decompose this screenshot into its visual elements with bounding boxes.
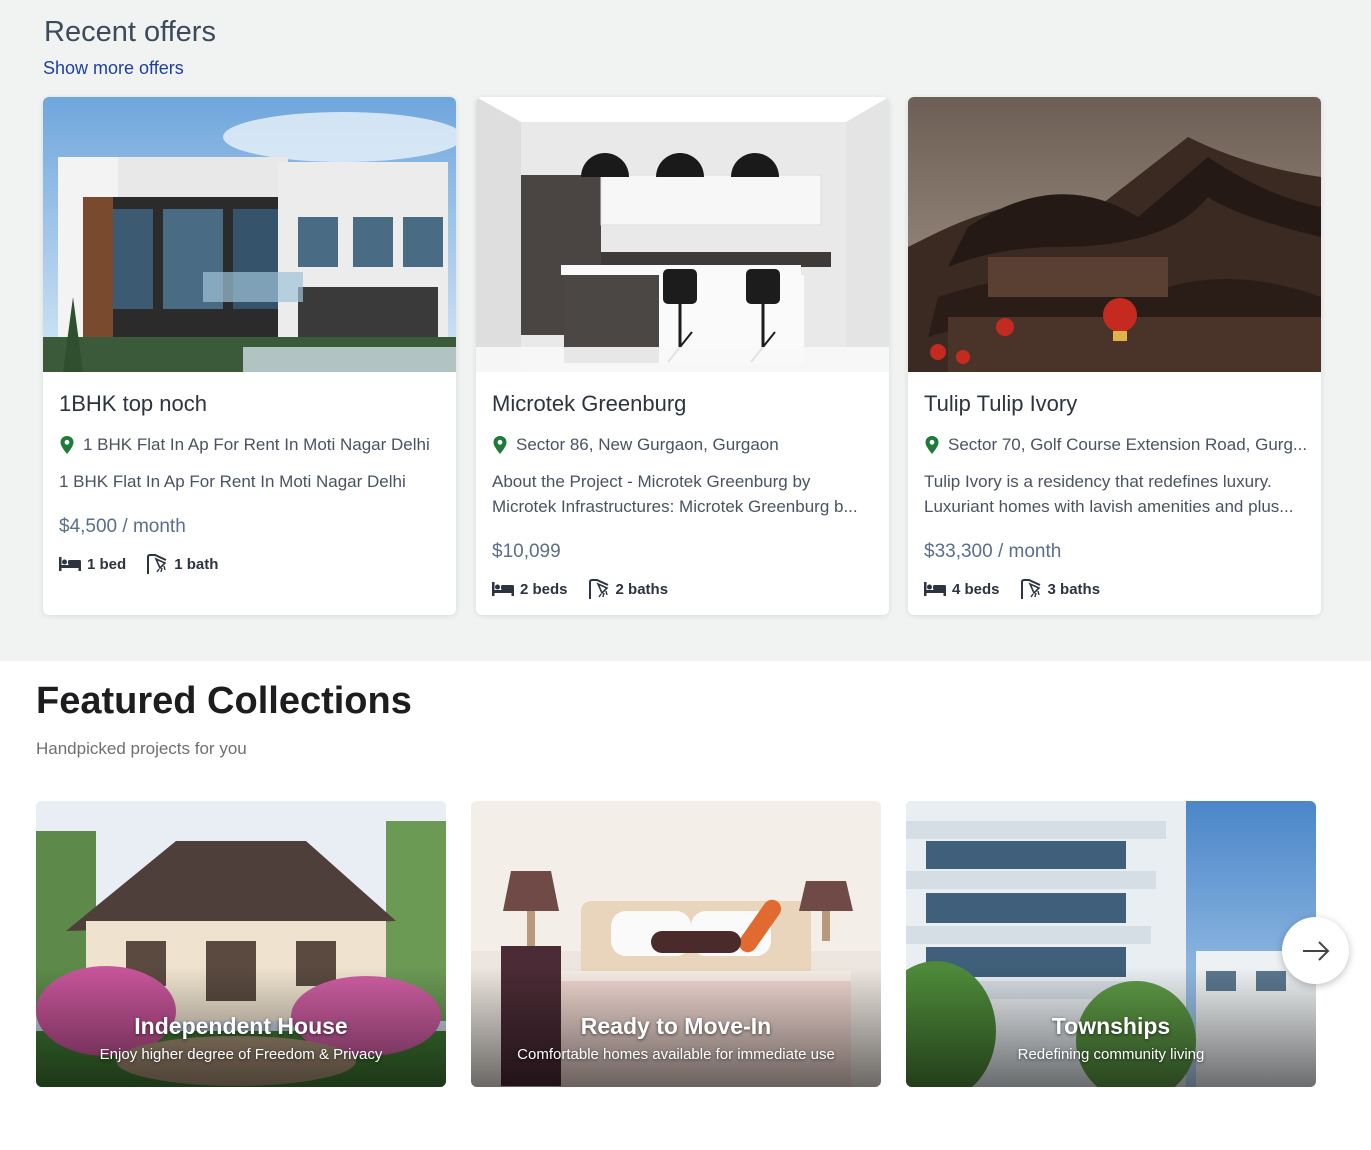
baths-feature: 3 baths — [1020, 579, 1101, 599]
beds-count: 1 bed — [87, 555, 127, 573]
offer-price: $4,500 / month — [59, 516, 186, 537]
offer-title[interactable]: Microtek Greenburg — [492, 391, 686, 417]
offer-description-line: Microtek Infrastructures: Microtek Green… — [492, 497, 858, 516]
offer-location-text: Sector 70, Golf Course Extension Road, G… — [948, 435, 1308, 454]
recent-offers-section: Recent offers Show more offers 1BHK top … — [0, 0, 1371, 661]
collection-name: Ready to Move-In — [580, 1013, 772, 1039]
offer-features: 2 beds 2 baths — [492, 579, 688, 599]
offer-card[interactable]: 1BHK top noch 1 BHK Flat In Ap For Rent … — [43, 97, 456, 615]
offer-location-text: Sector 86, New Gurgaon, Gurgaon — [516, 435, 779, 454]
baths-count: 2 baths — [615, 580, 669, 598]
section-title: Recent offers — [44, 16, 216, 48]
baths-feature: 2 baths — [588, 579, 669, 599]
location-pin-icon — [60, 436, 74, 454]
featured-title-bold: Collections — [207, 680, 412, 722]
offer-price: $10,099 — [492, 541, 561, 562]
featured-subtitle: Handpicked projects for you — [36, 739, 247, 758]
offer-card[interactable]: Microtek Greenburg Sector 86, New Gurgao… — [476, 97, 889, 615]
location-pin-icon — [925, 436, 939, 454]
offer-description-line: Tulip Ivory is a residency that redefine… — [924, 472, 1272, 491]
offer-location: Sector 70, Golf Course Extension Road, G… — [924, 435, 1307, 455]
collection-card[interactable]: Independent House Enjoy higher degree of… — [36, 801, 446, 1087]
beds-feature: 4 beds — [924, 581, 1000, 598]
baths-feature: 1 bath — [146, 554, 218, 574]
featured-collections-title: Featured Collections — [36, 680, 412, 723]
shower-icon — [1020, 579, 1040, 599]
beds-feature: 1 bed — [59, 556, 126, 573]
collection-description: Comfortable homes available for immediat… — [517, 1046, 835, 1063]
collection-description: Enjoy higher degree of Freedom & Privacy — [99, 1046, 383, 1063]
collection-card[interactable]: Ready to Move-In Comfortable homes avail… — [471, 801, 881, 1087]
offer-description: About the Project - Microtek Greenburg b… — [492, 469, 877, 519]
baths-count: 3 baths — [1047, 580, 1101, 598]
bed-icon — [924, 582, 946, 596]
bed-icon — [492, 582, 514, 596]
show-more-offers-link[interactable]: Show more offers — [43, 58, 184, 79]
collection-description: Redefining community living — [1017, 1046, 1205, 1063]
location-pin-icon — [493, 436, 507, 454]
collection-name: Townships — [1051, 1013, 1171, 1039]
featured-title-plain: Featured — [36, 680, 208, 722]
beds-count: 2 beds — [520, 580, 568, 598]
offer-image[interactable] — [908, 97, 1321, 372]
offer-description: 1 BHK Flat In Ap For Rent In Moti Nagar … — [59, 469, 444, 494]
offer-location: Sector 86, New Gurgaon, Gurgaon — [492, 435, 779, 455]
shower-icon — [147, 554, 167, 574]
offer-price: $33,300 / month — [924, 541, 1062, 562]
offer-features: 4 beds 3 baths — [924, 579, 1120, 599]
baths-count: 1 bath — [174, 555, 219, 573]
offer-title[interactable]: Tulip Tulip Ivory — [924, 391, 1077, 417]
collection-name: Independent House — [134, 1013, 348, 1039]
offer-location-text: 1 BHK Flat In Ap For Rent In Moti Nagar … — [83, 435, 430, 454]
offer-title[interactable]: 1BHK top noch — [59, 391, 207, 417]
offer-image[interactable] — [43, 97, 456, 372]
offer-card[interactable]: Tulip Tulip Ivory Sector 70, Golf Course… — [908, 97, 1321, 615]
offer-location: 1 BHK Flat In Ap For Rent In Moti Nagar … — [59, 435, 430, 455]
offer-description-line: 1 BHK Flat In Ap For Rent In Moti Nagar … — [59, 472, 406, 491]
beds-feature: 2 beds — [492, 581, 568, 598]
offer-description-line: About the Project - Microtek Greenburg b… — [492, 472, 811, 491]
arrow-right-icon — [1302, 940, 1329, 961]
bed-icon — [59, 557, 81, 571]
collection-card[interactable]: Townships Redefining community living — [906, 801, 1316, 1087]
beds-count: 4 beds — [952, 580, 1000, 598]
carousel-next-button[interactable] — [1282, 917, 1349, 984]
offer-features: 1 bed 1 bath — [59, 554, 238, 574]
offer-description-line: Luxuriant homes with lavish amenities an… — [924, 497, 1294, 516]
offer-description: Tulip Ivory is a residency that redefine… — [924, 469, 1309, 519]
shower-icon — [588, 579, 608, 599]
offer-image[interactable] — [476, 97, 889, 372]
